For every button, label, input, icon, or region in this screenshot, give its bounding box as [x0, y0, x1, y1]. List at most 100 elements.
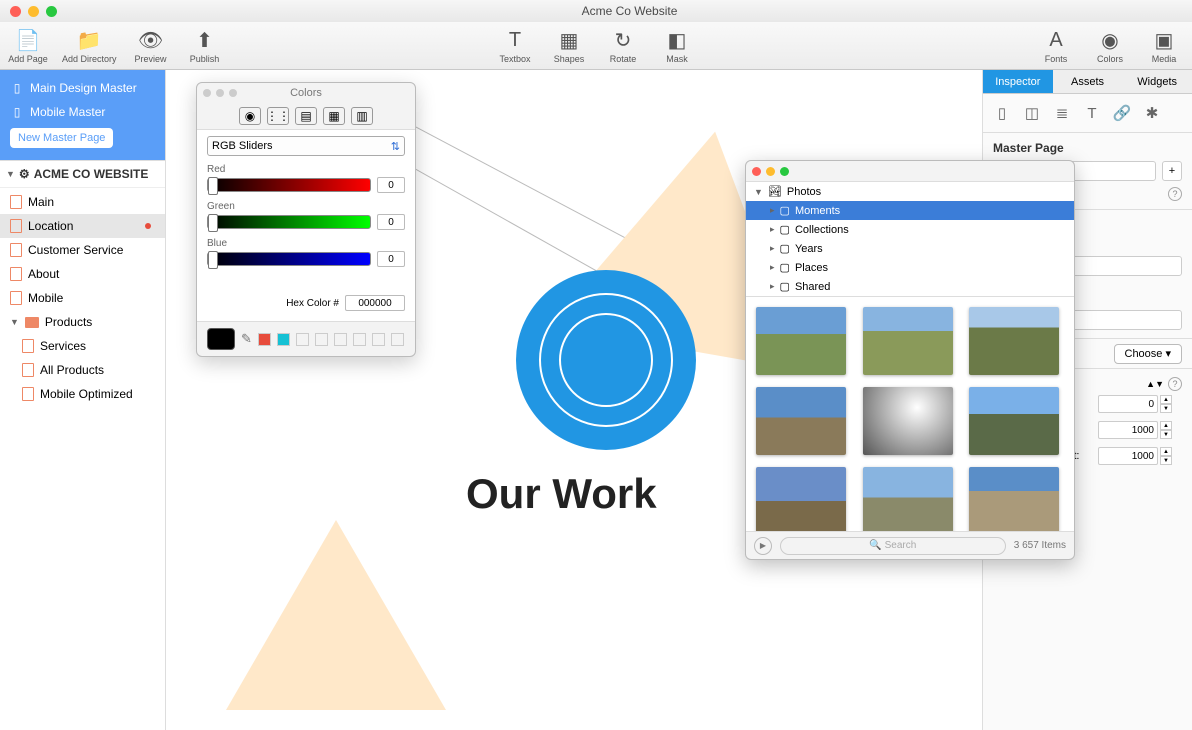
spectrum-icon[interactable]: ▦ [323, 107, 345, 125]
slider-mode-select[interactable]: RGB Sliders⇅ [207, 136, 405, 156]
sidebar-page-item[interactable]: ▼ Products [0, 310, 165, 334]
add-directory-button[interactable]: 📁Add Directory [62, 26, 117, 64]
text-icon[interactable]: T [1081, 102, 1103, 124]
rotate-button[interactable]: ↻Rotate [603, 26, 643, 64]
choose-button[interactable]: Choose ▾ [1114, 344, 1183, 364]
colors-panel[interactable]: Colors ◉ ⋮⋮ ▤ ▦ ▥ RGB Sliders⇅ Red Green… [196, 82, 416, 357]
master-item[interactable]: ▯Mobile Master [0, 100, 165, 124]
tab-widgets[interactable]: Widgets [1122, 70, 1192, 93]
search-input[interactable]: 🔍 Search [780, 537, 1006, 555]
photo-thumbnail[interactable] [969, 467, 1059, 531]
color-mode-tabs[interactable]: ◉ ⋮⋮ ▤ ▦ ▥ [197, 103, 415, 129]
sidebar-page-item[interactable]: Location [0, 214, 165, 238]
empty-swatch[interactable] [296, 333, 309, 346]
heading-text[interactable]: Our Work [466, 470, 657, 518]
layout-value-input[interactable] [1098, 421, 1158, 439]
recent-swatch[interactable] [258, 333, 271, 346]
media-browser-panel[interactable]: ▼🏞 Photos ▸▢Moments▸▢Collections▸▢Years▸… [745, 160, 1075, 560]
window-traffic-lights[interactable] [10, 6, 57, 17]
sidebar-page-item[interactable]: All Products [0, 358, 165, 382]
page-icon[interactable]: ▯ [991, 102, 1013, 124]
sidebar-page-item[interactable]: Mobile Optimized [0, 382, 165, 406]
help-icon[interactable]: ? [1168, 377, 1182, 391]
empty-swatch[interactable] [372, 333, 385, 346]
master-item[interactable]: ▯Main Design Master [0, 76, 165, 100]
palette-icon[interactable]: ▤ [295, 107, 317, 125]
preview-button[interactable]: 👁Preview [131, 26, 171, 64]
stepper[interactable]: ▲▼ [1160, 395, 1172, 413]
photo-thumbnail[interactable] [863, 387, 953, 455]
settings-icon[interactable]: ✱ [1141, 102, 1163, 124]
tree-item[interactable]: ▸▢Collections [746, 220, 1074, 239]
fonts-button[interactable]: AFonts [1036, 26, 1076, 64]
minimize-icon[interactable] [766, 167, 775, 176]
sidebar-page-item[interactable]: Main [0, 190, 165, 214]
empty-swatch[interactable] [315, 333, 328, 346]
empty-swatch[interactable] [334, 333, 347, 346]
crayons-icon[interactable]: ▥ [351, 107, 373, 125]
layout-value-input[interactable] [1098, 447, 1158, 465]
add-button[interactable]: + [1162, 161, 1182, 181]
stepper[interactable]: ▲▼ [1160, 447, 1172, 465]
tree-item[interactable]: ▸▢Moments [746, 201, 1074, 220]
zoom-icon[interactable] [780, 167, 789, 176]
empty-swatch[interactable] [391, 333, 404, 346]
mask-button[interactable]: ◧Mask [657, 26, 697, 64]
green-value[interactable] [377, 214, 405, 230]
circle-logo[interactable] [516, 270, 696, 450]
eyedropper-icon[interactable]: ✎ [241, 331, 252, 347]
new-master-button[interactable]: New Master Page [10, 128, 113, 148]
shapes-button[interactable]: ▦Shapes [549, 26, 589, 64]
recent-swatch[interactable] [277, 333, 290, 346]
album-icon: ▢ [780, 280, 790, 293]
metrics-icon[interactable]: ≣ [1051, 102, 1073, 124]
textbox-button[interactable]: TTextbox [495, 26, 535, 64]
help-icon[interactable]: ? [1168, 187, 1182, 201]
current-color-swatch[interactable] [207, 328, 235, 350]
sidebar-page-item[interactable]: About [0, 262, 165, 286]
photo-thumbnail[interactable] [969, 387, 1059, 455]
sidebar-page-item[interactable]: Services [0, 334, 165, 358]
tab-inspector[interactable]: Inspector [983, 70, 1053, 93]
tree-item[interactable]: ▸▢Places [746, 258, 1074, 277]
publish-button[interactable]: ⬆Publish [185, 26, 225, 64]
photo-thumbnail[interactable] [756, 387, 846, 455]
site-header[interactable]: ▼ ⚙ ACME CO WEBSITE [0, 160, 165, 188]
photo-grid [746, 297, 1074, 531]
green-slider[interactable] [207, 215, 371, 229]
hex-input[interactable] [345, 295, 405, 311]
photos-root[interactable]: ▼🏞 Photos [746, 182, 1074, 201]
tab-assets[interactable]: Assets [1053, 70, 1123, 93]
photo-thumbnail[interactable] [756, 307, 846, 375]
sidebar-page-item[interactable]: Mobile [0, 286, 165, 310]
add-page-button[interactable]: 📄Add Page [8, 26, 48, 64]
colors-button[interactable]: ◉Colors [1090, 26, 1130, 64]
layout-icon[interactable]: ◫ [1021, 102, 1043, 124]
triangle-shape[interactable] [226, 520, 446, 710]
photo-thumbnail[interactable] [863, 307, 953, 375]
photo-thumbnail[interactable] [756, 467, 846, 531]
window-titlebar: Acme Co Website [0, 0, 1192, 22]
photo-thumbnail[interactable] [969, 307, 1059, 375]
link-icon[interactable]: 🔗 [1111, 102, 1133, 124]
zoom-icon[interactable] [46, 6, 57, 17]
layout-value-input[interactable] [1098, 395, 1158, 413]
media-button[interactable]: ▣Media [1144, 26, 1184, 64]
close-icon[interactable] [10, 6, 21, 17]
inspector-toolbar: ▯ ◫ ≣ T 🔗 ✱ [983, 94, 1192, 133]
red-slider[interactable] [207, 178, 371, 192]
tree-item[interactable]: ▸▢Shared [746, 277, 1074, 296]
photo-thumbnail[interactable] [863, 467, 953, 531]
red-value[interactable] [377, 177, 405, 193]
blue-slider[interactable] [207, 252, 371, 266]
stepper[interactable]: ▲▼ [1160, 421, 1172, 439]
sliders-icon[interactable]: ⋮⋮ [267, 107, 289, 125]
tree-item[interactable]: ▸▢Years [746, 239, 1074, 258]
minimize-icon[interactable] [28, 6, 39, 17]
blue-value[interactable] [377, 251, 405, 267]
sidebar-page-item[interactable]: Customer Service [0, 238, 165, 262]
close-icon[interactable] [752, 167, 761, 176]
empty-swatch[interactable] [353, 333, 366, 346]
play-icon[interactable]: ▶ [754, 537, 772, 555]
wheel-icon[interactable]: ◉ [239, 107, 261, 125]
